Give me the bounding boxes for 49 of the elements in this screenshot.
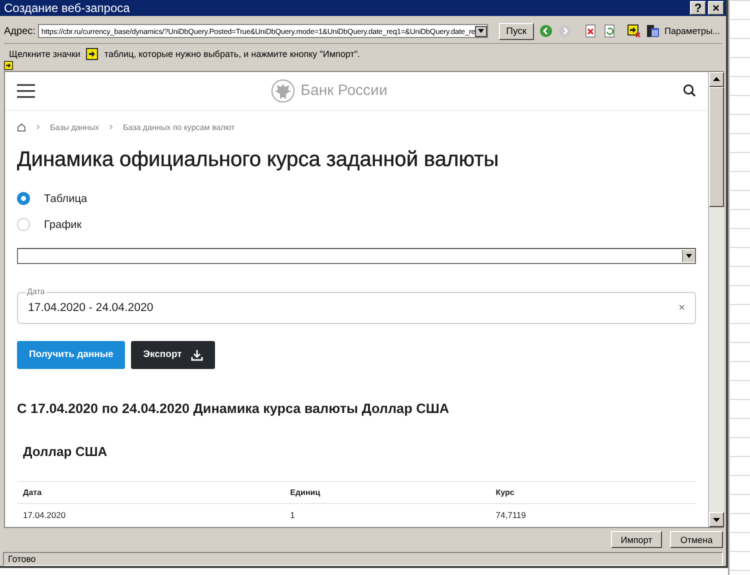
dropdown-field[interactable]: [17, 248, 696, 264]
radio-label: Таблица: [44, 192, 88, 205]
hint-text: таблиц, которые нужно выбрать, и нажмите кнопку "Импорт".: [104, 48, 360, 59]
table-title: Доллар США: [23, 444, 108, 459]
cancel-button[interactable]: Отмена: [670, 531, 723, 548]
radio-button[interactable]: [17, 218, 30, 232]
result-title: С 17.04.2020 по 24.04.2020 Динамика курса валюты Доллар США: [17, 400, 450, 416]
scroll-up-icon[interactable]: [709, 72, 724, 87]
get-data-button[interactable]: Получить данные: [17, 340, 126, 369]
hint-text: Щелкните значки: [9, 48, 80, 59]
emblem-icon: [270, 78, 295, 103]
search-icon[interactable]: [683, 84, 696, 98]
status-bar: Готово: [3, 552, 723, 566]
page-heading: Динамика официального курса заданной валюты: [17, 148, 500, 172]
breadcrumb-link[interactable]: Базы данных: [50, 122, 99, 132]
window-title: Создание веб-запроса: [4, 1, 130, 16]
radio-button[interactable]: [17, 192, 30, 206]
table-cell: 17.04.2020: [17, 503, 284, 526]
chevron-icon: [108, 124, 113, 130]
menu-icon[interactable]: [17, 84, 35, 98]
help-button[interactable]: ?: [690, 1, 706, 16]
clear-icon[interactable]: ×: [678, 302, 685, 314]
table-cell: 1: [284, 503, 490, 526]
home-icon[interactable]: [17, 122, 26, 132]
download-icon: [190, 348, 203, 361]
radio-label: График: [44, 218, 82, 231]
stop-icon[interactable]: [582, 24, 597, 38]
import-button[interactable]: Импорт: [611, 531, 662, 548]
scrollbar-thumb[interactable]: [709, 86, 724, 207]
export-button[interactable]: Экспорт: [131, 340, 215, 369]
save-icon[interactable]: [646, 24, 660, 38]
arrow-icon: [86, 48, 98, 60]
column-header: Курс: [490, 481, 696, 504]
go-button[interactable]: Пуск: [499, 22, 534, 40]
refresh-icon[interactable]: [602, 24, 616, 38]
breadcrumb-link[interactable]: База данных по курсам валют: [122, 122, 235, 132]
field-label: Дата: [26, 286, 46, 296]
table-cell: 74,7119: [490, 503, 696, 526]
back-icon[interactable]: [538, 24, 553, 38]
chevron-icon: [36, 124, 40, 130]
close-button[interactable]: ×: [708, 1, 724, 16]
column-header: Единиц: [284, 481, 490, 504]
options-button[interactable]: Параметры...: [662, 26, 722, 36]
date-range-value: 17.04.2020 - 24.04.2020: [28, 302, 154, 314]
scroll-down-icon[interactable]: [709, 512, 724, 528]
scrollbar[interactable]: [708, 72, 724, 528]
column-header: Дата: [17, 481, 284, 504]
address-label: Адрес:: [4, 26, 36, 37]
hide-icons-icon[interactable]: [626, 24, 641, 38]
